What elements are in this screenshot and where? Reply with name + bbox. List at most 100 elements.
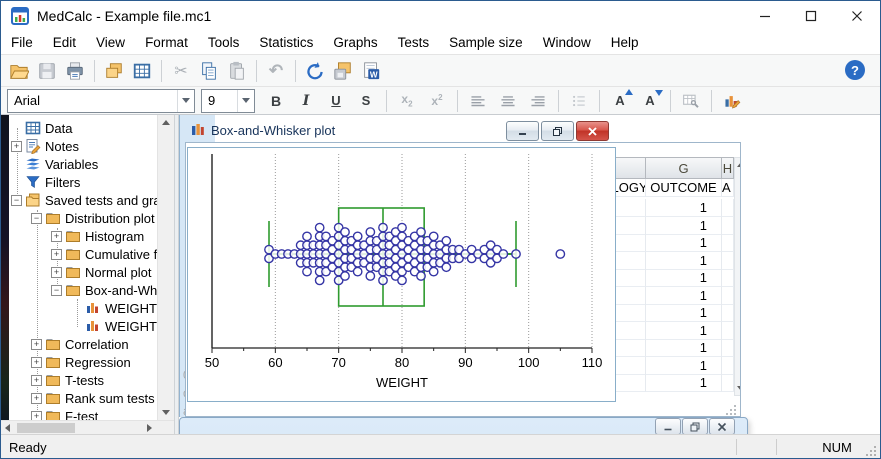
- bold-icon[interactable]: B: [262, 90, 290, 112]
- sidebar-item-histogram[interactable]: + Histogram: [9, 227, 144, 245]
- chevron-down-icon[interactable]: [237, 89, 254, 112]
- copy-icon[interactable]: [196, 58, 222, 84]
- sidebar-item-weight[interactable]: WEIGHT: [9, 299, 157, 317]
- data-cell[interactable]: [722, 234, 734, 252]
- data-cell[interactable]: 1: [646, 321, 722, 340]
- data-cell[interactable]: [722, 374, 734, 392]
- menu-sample-size[interactable]: Sample size: [439, 35, 533, 50]
- sheet-vertical-scrollbar[interactable]: [734, 157, 740, 396]
- font-name-combobox[interactable]: Arial: [7, 88, 195, 113]
- sidebar-item-weight[interactable]: WEIGHT: [9, 317, 157, 335]
- column-header-H[interactable]: H: [722, 157, 734, 179]
- strikethrough-icon[interactable]: S: [352, 90, 380, 112]
- sidebar-item-box-and-whi[interactable]: − Box-and-Whi: [9, 281, 160, 299]
- align-left-icon[interactable]: [464, 90, 492, 112]
- sidebar-item-cumulative-fr[interactable]: + Cumulative fr: [9, 245, 162, 263]
- data-cell[interactable]: [722, 339, 734, 357]
- menu-tests[interactable]: Tests: [388, 35, 440, 50]
- collapse-icon[interactable]: −: [51, 284, 62, 296]
- sidebar-item-filters[interactable]: Filters: [9, 173, 80, 191]
- chart-edit-icon[interactable]: [718, 90, 746, 112]
- list-icon[interactable]: [565, 90, 593, 112]
- print-icon[interactable]: [62, 58, 88, 84]
- data-cell[interactable]: 1: [646, 234, 722, 252]
- save-icon[interactable]: [34, 58, 60, 84]
- menu-window[interactable]: Window: [533, 35, 601, 50]
- copy-window-icon[interactable]: [101, 58, 127, 84]
- close-icon[interactable]: [576, 121, 609, 141]
- minimize-icon[interactable]: [742, 1, 788, 31]
- collapse-icon[interactable]: −: [31, 212, 42, 224]
- open-icon[interactable]: [6, 58, 32, 84]
- close-icon[interactable]: [834, 1, 880, 31]
- table-icon[interactable]: [129, 58, 155, 84]
- expand-icon[interactable]: +: [31, 356, 42, 368]
- data-cell[interactable]: 1: [646, 251, 722, 270]
- expand-icon[interactable]: +: [31, 374, 42, 386]
- menu-format[interactable]: Format: [135, 35, 198, 50]
- help-icon[interactable]: ?: [844, 59, 868, 83]
- font-down-icon[interactable]: A: [636, 90, 664, 112]
- scrollbar-thumb[interactable]: [17, 423, 75, 433]
- data-cell[interactable]: [722, 356, 734, 375]
- underline-icon[interactable]: U: [322, 90, 350, 112]
- collapse-icon[interactable]: −: [11, 194, 22, 206]
- expand-icon[interactable]: +: [51, 230, 62, 242]
- data-cell[interactable]: 1: [646, 286, 722, 305]
- align-center-icon[interactable]: [494, 90, 522, 112]
- superscript-icon[interactable]: x2: [423, 90, 451, 112]
- data-cell[interactable]: 1: [646, 269, 722, 287]
- data-cell[interactable]: [722, 321, 734, 340]
- save-all-icon[interactable]: [330, 58, 356, 84]
- data-cell[interactable]: 1: [646, 304, 722, 322]
- sidebar-item-variables[interactable]: Variables: [9, 155, 98, 173]
- sidebar-item-data[interactable]: Data: [9, 119, 72, 137]
- font-up-icon[interactable]: A: [606, 89, 634, 112]
- align-right-icon[interactable]: [524, 90, 552, 112]
- field-name-cell[interactable]: OUTCOME: [646, 179, 722, 197]
- undo-icon[interactable]: ↶: [263, 58, 289, 84]
- sidebar-item-normal-plot[interactable]: + Normal plot: [9, 263, 151, 281]
- resize-grip[interactable]: [865, 445, 877, 457]
- data-cell[interactable]: [722, 251, 734, 270]
- expand-icon[interactable]: +: [51, 266, 62, 278]
- data-cell[interactable]: 1: [646, 216, 722, 235]
- expand-icon[interactable]: +: [11, 140, 22, 152]
- menu-edit[interactable]: Edit: [43, 35, 86, 50]
- menu-help[interactable]: Help: [601, 35, 649, 50]
- maximize-icon[interactable]: [788, 1, 834, 31]
- field-name-cell[interactable]: A: [722, 179, 734, 197]
- menu-view[interactable]: View: [86, 35, 135, 50]
- expand-icon[interactable]: +: [51, 248, 62, 260]
- export-word-icon[interactable]: W: [358, 58, 384, 84]
- data-cell[interactable]: [722, 304, 734, 322]
- data-cell[interactable]: 1: [646, 199, 722, 217]
- cut-icon[interactable]: ✂: [168, 58, 194, 84]
- minimize-icon[interactable]: [655, 418, 681, 434]
- restore-icon[interactable]: [541, 121, 574, 141]
- data-cell[interactable]: 1: [646, 339, 722, 357]
- close-icon[interactable]: [709, 418, 735, 434]
- data-cell[interactable]: 1: [646, 374, 722, 392]
- paste-icon[interactable]: [224, 58, 250, 84]
- subscript-icon[interactable]: x2: [393, 90, 421, 112]
- expand-icon[interactable]: +: [31, 392, 42, 404]
- sidebar-item-f-test[interactable]: + F-test: [9, 407, 98, 420]
- sidebar-item-notes[interactable]: + Notes: [9, 137, 79, 155]
- boxplot-chart[interactable]: 50 60 70 80 90 100 110 WEIGHT: [187, 147, 616, 402]
- sidebar-item-regression[interactable]: + Regression: [9, 353, 131, 371]
- minimize-icon[interactable]: [506, 121, 539, 141]
- sidebar-item-rank-sum-tests[interactable]: + Rank sum tests: [9, 389, 155, 407]
- expand-icon[interactable]: +: [31, 410, 42, 420]
- sidebar-item-distribution-plot[interactable]: − Distribution plot: [9, 209, 155, 227]
- tree-vertical-scrollbar[interactable]: [157, 115, 175, 420]
- menu-graphs[interactable]: Graphs: [323, 35, 387, 50]
- italic-icon[interactable]: I: [292, 90, 320, 112]
- refresh-icon[interactable]: [302, 58, 328, 84]
- sidebar-item-correlation[interactable]: + Correlation: [9, 335, 129, 353]
- data-cell[interactable]: [722, 286, 734, 305]
- data-cell[interactable]: [722, 216, 734, 235]
- sidebar-item-saved-tests-and-grap[interactable]: − Saved tests and grap: [9, 191, 168, 209]
- font-size-combobox[interactable]: 9: [201, 88, 255, 113]
- data-cell[interactable]: [722, 199, 734, 217]
